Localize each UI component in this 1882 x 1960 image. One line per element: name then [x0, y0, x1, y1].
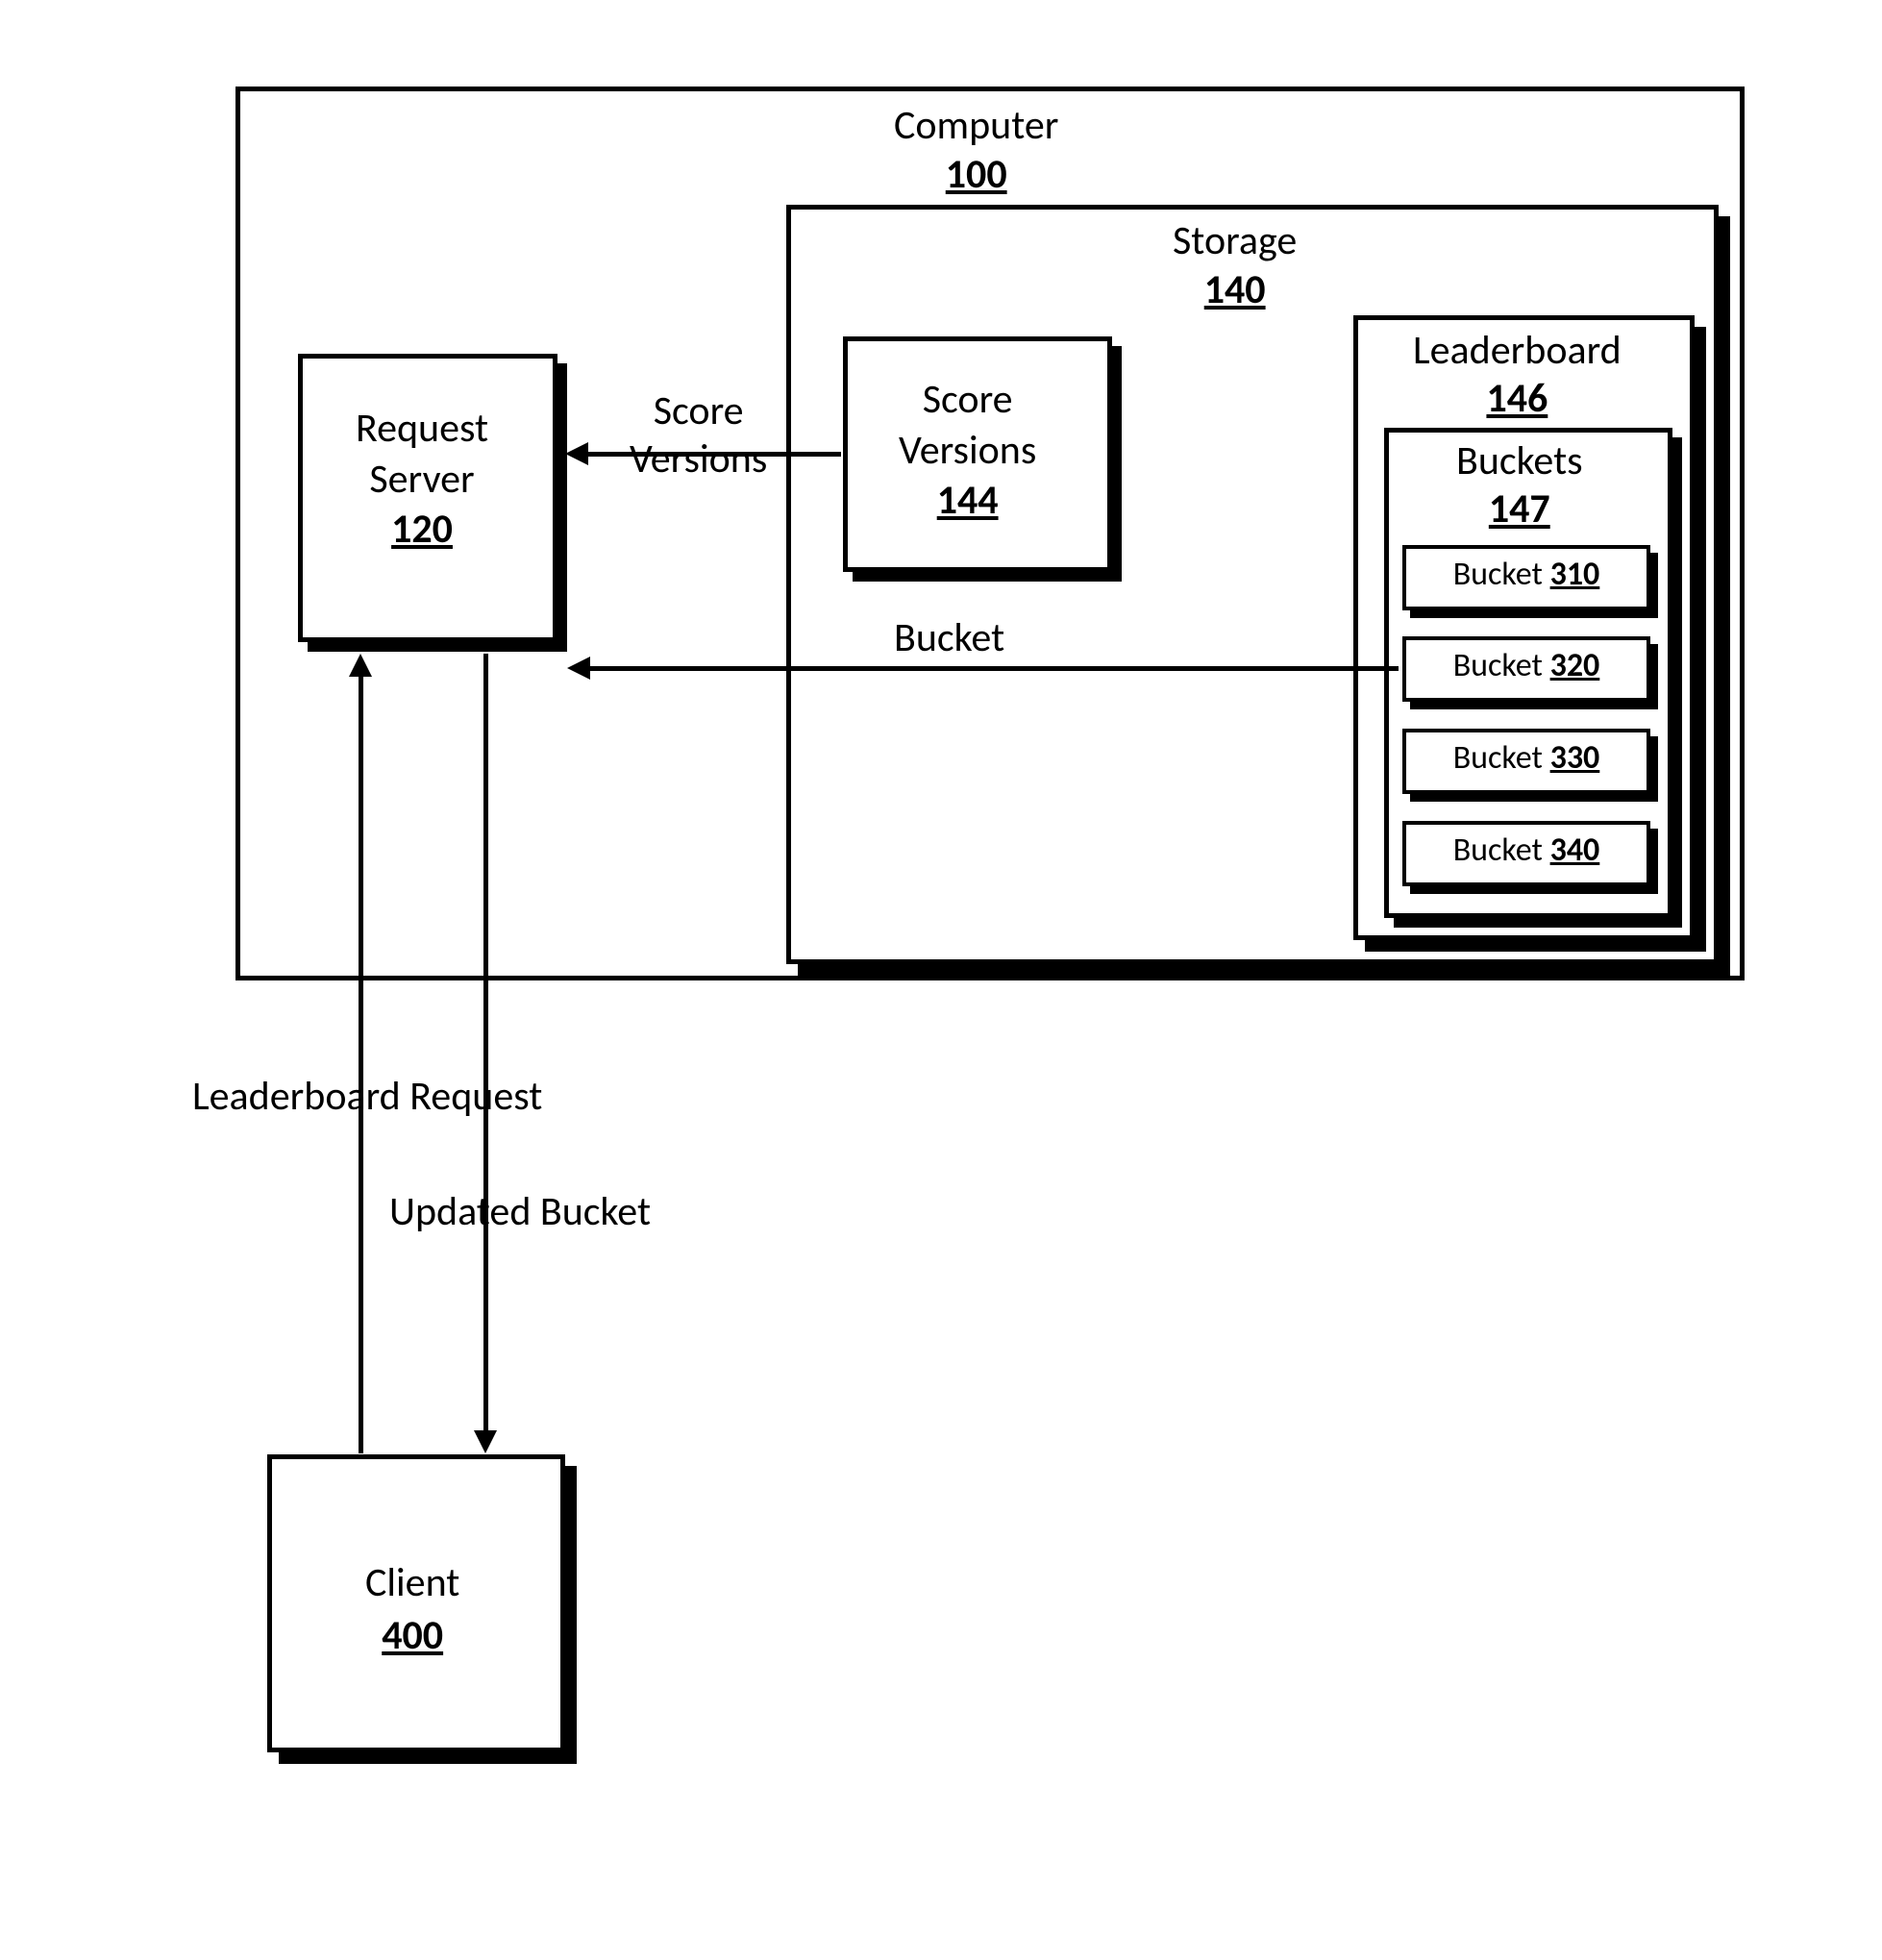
score-versions-arrow-label2: Versions [630, 434, 767, 484]
bucket-arrow-label: Bucket [894, 613, 1004, 662]
updated-bucket-head [474, 1430, 497, 1453]
buckets-group-label-text: Buckets [1456, 436, 1583, 485]
bucket-310-label: Bucket [1453, 555, 1543, 594]
bucket-330-box: Bucket 330 [1402, 729, 1650, 794]
bucket-340-label: Bucket [1453, 831, 1543, 870]
bucket-320-label: Bucket [1453, 646, 1543, 685]
buckets-group-label: Buckets 147 [1456, 437, 1583, 534]
diagram-canvas: Computer 100 Storage 140 Request Server … [0, 0, 1882, 1960]
score-versions-label2: Versions [899, 426, 1036, 475]
request-server-label: Request Server 120 [356, 404, 488, 556]
bucket-arrow-label-text: Bucket [894, 613, 1004, 662]
computer-label-text: Computer [894, 101, 1058, 150]
leaderboard-request-head [349, 654, 372, 677]
score-versions-label1: Score [923, 375, 1013, 424]
storage-label-text: Storage [1173, 216, 1297, 265]
request-server-label1: Request [356, 404, 488, 453]
updated-bucket-label: Updated Bucket [389, 1187, 651, 1236]
bucket-310-box: Bucket 310 [1402, 545, 1650, 610]
score-versions-arrow-head [565, 442, 588, 465]
score-versions-arrow-label1: Score [654, 386, 744, 435]
bucket-320-num: 320 [1550, 646, 1600, 685]
bucket-330-num: 330 [1550, 738, 1600, 778]
storage-num: 140 [1204, 265, 1266, 314]
bucket-320-box: Bucket 320 [1402, 636, 1650, 702]
bucket-340-num: 340 [1550, 831, 1600, 870]
leaderboard-num: 146 [1486, 374, 1548, 423]
leaderboard-request-label: Leaderboard Request [192, 1072, 542, 1121]
client-label: Client 400 [365, 1557, 459, 1662]
leaderboard-request-label-text: Leaderboard Request [192, 1072, 542, 1121]
buckets-group-num: 147 [1489, 484, 1550, 533]
client-num: 400 [382, 1611, 443, 1660]
bucket-340-box: Bucket 340 [1402, 821, 1650, 886]
request-server-label2: Server [369, 455, 474, 504]
score-versions-arrow-label: Score Versions [630, 387, 767, 484]
leaderboard-label: Leaderboard 146 [1413, 327, 1622, 424]
score-versions-num: 144 [937, 476, 999, 525]
client-label-text: Client [365, 1558, 459, 1607]
updated-bucket-label-text: Updated Bucket [389, 1187, 651, 1236]
storage-label: Storage 140 [1173, 216, 1297, 314]
score-versions-label: Score Versions 144 [899, 375, 1036, 527]
computer-label: Computer 100 [894, 101, 1058, 199]
bucket-arrow-line [588, 666, 1399, 671]
bucket-arrow-head [567, 657, 590, 680]
bucket-330-label: Bucket [1453, 738, 1543, 778]
bucket-310-num: 310 [1550, 555, 1600, 594]
leaderboard-label-text: Leaderboard [1413, 326, 1622, 375]
updated-bucket-line [483, 654, 488, 1432]
computer-num: 100 [946, 150, 1007, 199]
leaderboard-request-line [359, 675, 363, 1453]
request-server-num: 120 [391, 505, 453, 554]
